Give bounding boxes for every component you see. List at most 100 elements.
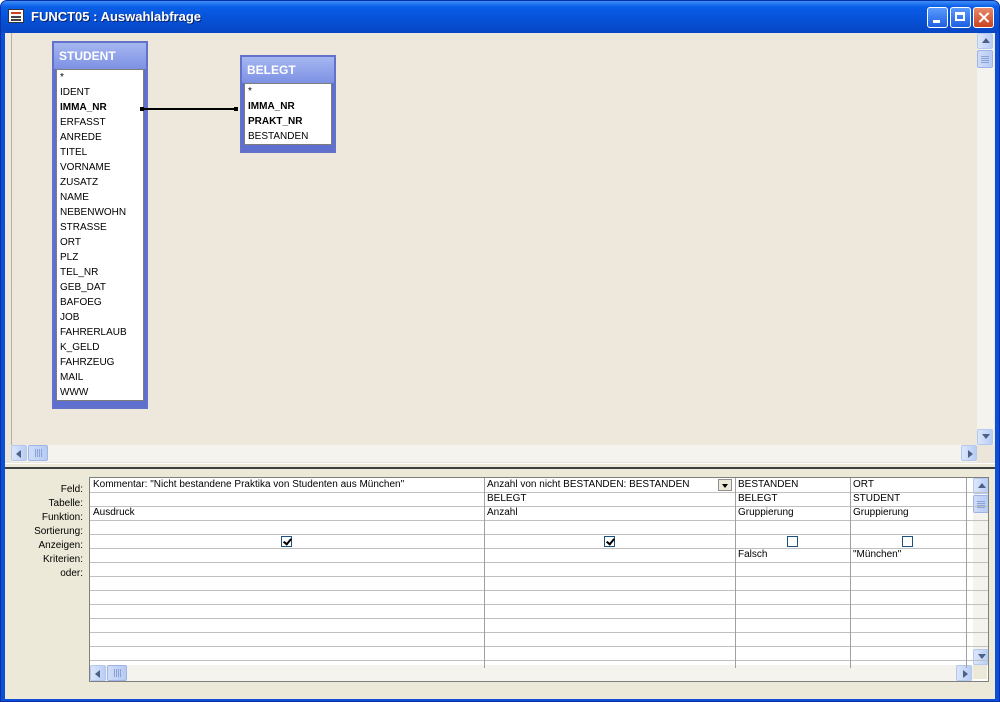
grid-cell-kriterien[interactable]: Falsch bbox=[736, 548, 833, 562]
table-pane-vertical-scrollbar[interactable] bbox=[977, 33, 994, 445]
field-item[interactable]: BAFOEG bbox=[57, 295, 143, 310]
field-item[interactable]: TITEL bbox=[57, 145, 143, 160]
grid-cell-tabelle[interactable]: STUDENT bbox=[851, 492, 949, 506]
grip-icon bbox=[981, 56, 989, 63]
field-item[interactable]: ZUSATZ bbox=[57, 175, 143, 190]
field-item[interactable]: TEL_NR bbox=[57, 265, 143, 280]
field-item[interactable]: ORT bbox=[57, 235, 143, 250]
maximize-button[interactable] bbox=[950, 7, 971, 28]
field-list-student[interactable]: STUDENT * IDENT IMMA_NR ERFASST ANREDE TITEL V… bbox=[52, 41, 148, 409]
grid-row-divider bbox=[90, 590, 988, 591]
show-checkbox[interactable] bbox=[787, 536, 798, 547]
grid-cell-tabelle[interactable]: BELEGT bbox=[736, 492, 833, 506]
query-window-icon[interactable] bbox=[8, 9, 24, 23]
scroll-right-button[interactable] bbox=[956, 665, 972, 681]
field-dropdown-button[interactable] bbox=[718, 479, 732, 491]
table-pane[interactable]: STUDENT * IDENT IMMA_NR ERFASST ANREDE TITEL V… bbox=[11, 33, 978, 445]
window-title: FUNCT05 : Auswahlabfrage bbox=[31, 9, 201, 24]
field-item[interactable]: PLZ bbox=[57, 250, 143, 265]
field-item[interactable]: JOB bbox=[57, 310, 143, 325]
grid-cell-feld[interactable]: BESTANDEN bbox=[736, 478, 833, 492]
table-pane-area: STUDENT * IDENT IMMA_NR ERFASST ANREDE TITEL V… bbox=[5, 33, 995, 463]
grid-cell-feld[interactable]: ORT bbox=[851, 478, 949, 492]
grid-cell-feld[interactable]: Anzahl von nicht BESTANDEN: BESTANDEN bbox=[485, 478, 718, 492]
scroll-left-button[interactable] bbox=[11, 445, 27, 461]
query-design-grid[interactable]: Kommentar: "Nicht bestandene Praktika vo… bbox=[89, 477, 989, 682]
arrow-right-icon bbox=[968, 450, 973, 458]
arrow-down-icon bbox=[982, 434, 990, 439]
row-label-anzeigen: Anzeigen: bbox=[38, 540, 83, 551]
field-item[interactable]: NAME bbox=[57, 190, 143, 205]
minimize-button[interactable] bbox=[927, 7, 948, 28]
field-item[interactable]: * bbox=[57, 70, 143, 85]
grid-cell-tabelle[interactable] bbox=[91, 492, 467, 506]
field-item[interactable]: IDENT bbox=[57, 85, 143, 100]
size-grip bbox=[973, 665, 987, 679]
scroll-up-button[interactable] bbox=[977, 33, 993, 49]
grid-cell-tabelle[interactable]: BELEGT bbox=[485, 492, 718, 506]
field-item[interactable]: ERFASST bbox=[57, 115, 143, 130]
grid-cell-sortierung[interactable] bbox=[91, 520, 467, 534]
grid-cell-funktion[interactable]: Ausdruck bbox=[91, 506, 467, 520]
field-item[interactable]: BESTANDEN bbox=[245, 129, 331, 144]
field-item[interactable]: * bbox=[245, 84, 331, 99]
field-item[interactable]: WWW bbox=[57, 385, 143, 400]
grid-cell-oder[interactable] bbox=[485, 562, 718, 576]
scroll-left-button[interactable] bbox=[90, 665, 106, 681]
show-checkbox[interactable] bbox=[281, 536, 292, 547]
scroll-thumb[interactable] bbox=[977, 50, 993, 68]
grid-row-divider bbox=[90, 646, 988, 647]
scroll-down-button[interactable] bbox=[973, 649, 988, 665]
close-button[interactable] bbox=[973, 7, 994, 28]
row-label-tabelle: Tabelle: bbox=[48, 498, 83, 509]
field-list-title[interactable]: STUDENT bbox=[54, 43, 146, 69]
field-item[interactable]: IMMA_NR bbox=[245, 99, 331, 114]
grid-row-divider bbox=[90, 604, 988, 605]
grid-cell-oder[interactable] bbox=[91, 562, 467, 576]
grid-cell-oder[interactable] bbox=[736, 562, 833, 576]
scroll-thumb[interactable] bbox=[107, 665, 127, 681]
arrow-left-icon bbox=[95, 670, 100, 678]
grid-cell-funktion[interactable]: Gruppierung bbox=[736, 506, 833, 520]
grid-row-divider bbox=[90, 534, 988, 535]
row-label-oder: oder: bbox=[60, 568, 83, 579]
field-item[interactable]: IMMA_NR bbox=[57, 100, 143, 115]
grid-cell-sortierung[interactable] bbox=[851, 520, 949, 534]
grid-cell-funktion[interactable]: Anzahl bbox=[485, 506, 718, 520]
field-list-belegt[interactable]: BELEGT * IMMA_NR PRAKT_NR BESTANDEN bbox=[240, 55, 336, 153]
scroll-thumb[interactable] bbox=[28, 445, 48, 461]
grid-horizontal-scrollbar[interactable] bbox=[90, 665, 973, 681]
field-item[interactable]: PRAKT_NR bbox=[245, 114, 331, 129]
window-client-area: STUDENT * IDENT IMMA_NR ERFASST ANREDE TITEL V… bbox=[5, 33, 995, 699]
field-item[interactable]: NEBENWOHN bbox=[57, 205, 143, 220]
grid-cell-sortierung[interactable] bbox=[485, 520, 718, 534]
field-item[interactable]: K_GELD bbox=[57, 340, 143, 355]
grid-cell-sortierung[interactable] bbox=[736, 520, 833, 534]
grid-cell-kriterien[interactable] bbox=[485, 548, 718, 562]
field-item[interactable]: GEB_DAT bbox=[57, 280, 143, 295]
grid-cell-feld[interactable]: Kommentar: "Nicht bestandene Praktika vo… bbox=[91, 478, 467, 492]
grid-row-divider bbox=[90, 618, 988, 619]
field-item[interactable]: STRASSE bbox=[57, 220, 143, 235]
join-line[interactable] bbox=[140, 107, 238, 111]
grip-icon bbox=[35, 449, 42, 457]
field-item[interactable]: FAHRERLAUB bbox=[57, 325, 143, 340]
field-item[interactable]: VORNAME bbox=[57, 160, 143, 175]
field-item[interactable]: MAIL bbox=[57, 370, 143, 385]
show-checkbox[interactable] bbox=[604, 536, 615, 547]
scroll-thumb[interactable] bbox=[973, 495, 988, 513]
grid-cell-funktion[interactable]: Gruppierung bbox=[851, 506, 949, 520]
grid-cell-oder[interactable] bbox=[851, 562, 949, 576]
row-label-feld: Feld: bbox=[60, 484, 83, 495]
table-pane-horizontal-scrollbar[interactable] bbox=[11, 445, 977, 462]
field-list-title[interactable]: BELEGT bbox=[242, 57, 334, 83]
field-item[interactable]: ANREDE bbox=[57, 130, 143, 145]
scroll-down-button[interactable] bbox=[977, 429, 993, 445]
query-window: FUNCT05 : Auswahlabfrage STUDENT * IDENT I… bbox=[0, 0, 1000, 702]
scroll-right-button[interactable] bbox=[961, 445, 977, 461]
show-checkbox[interactable] bbox=[902, 536, 913, 547]
grid-cell-kriterien[interactable] bbox=[91, 548, 467, 562]
field-item[interactable]: FAHRZEUG bbox=[57, 355, 143, 370]
grid-cell-kriterien[interactable]: "München" bbox=[851, 548, 949, 562]
title-bar[interactable]: FUNCT05 : Auswahlabfrage bbox=[1, 1, 999, 33]
